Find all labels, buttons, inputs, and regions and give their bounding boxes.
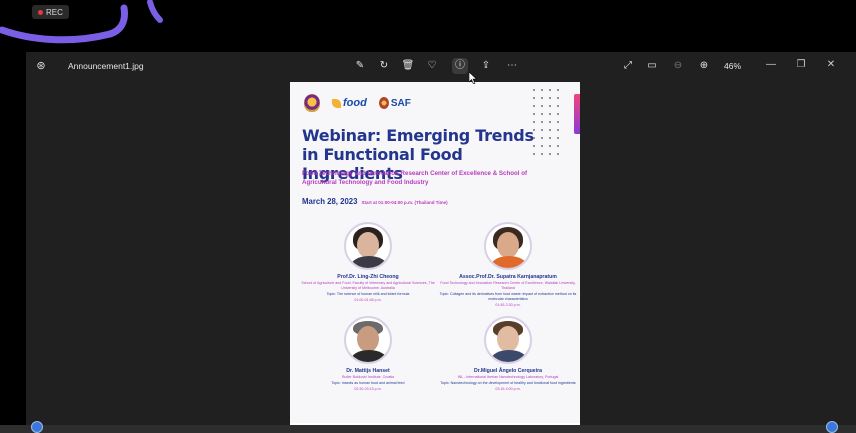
speaker-card: Assoc.Prof.Dr. Supatra Karnjanapratum Fo…	[438, 222, 578, 307]
zoom-out-icon[interactable]: ⊖	[670, 58, 686, 74]
logo-row: food SAF	[304, 94, 411, 112]
poster-date: March 28, 2023 Start at 01:00-04:00 p.m.…	[302, 197, 448, 206]
side-tab	[574, 94, 580, 134]
speaker-photo	[484, 222, 532, 270]
recording-dot-icon	[38, 9, 43, 15]
webinar-poster-image: food SAF Webinar: Emerging Trends in Fun…	[290, 82, 580, 433]
speaker-topic: Topic: Nanotechnology on the development…	[440, 381, 576, 385]
speaker-name: Dr. Mattijs Hanset	[346, 368, 390, 374]
speaker-topic: Topic: Insects as human food and animal …	[331, 381, 405, 385]
speaker-name: Assoc.Prof.Dr. Supatra Karnjanapratum	[459, 274, 557, 280]
speaker-time: 01:45-2:30 p.m.	[495, 303, 521, 307]
food-logo: food	[332, 97, 367, 109]
fullscreen-icon[interactable]: ⤢	[620, 58, 636, 74]
time-text: Start at 01:00-04:00 p.m. (Thailand Time…	[361, 200, 448, 205]
zoom-level[interactable]: 46%	[724, 61, 741, 71]
zoom-in-icon[interactable]: ⊕	[696, 58, 712, 74]
restore-icon[interactable]: ❐	[792, 57, 810, 73]
speaker-name: Dr.Miguel Ângelo Cerqueira	[473, 368, 543, 374]
pen-annotation	[0, 0, 163, 44]
close-icon[interactable]: ✕	[822, 57, 840, 73]
rec-label: REC	[46, 7, 63, 17]
mouse-cursor-icon	[469, 72, 477, 84]
share-icon[interactable]: ⇪	[478, 58, 494, 74]
speaker-photo	[484, 316, 532, 364]
speaker-name: Prof.Dr. Ling-Zhi Cheong	[337, 274, 399, 280]
photos-window: ⊛ Announcement1.jpg ✎ ↻ 🗑 ♡ ⓘ ⇪ ⋯ ⤢ ▭ ⊖ …	[26, 52, 856, 433]
actual-size-icon[interactable]: ▭	[644, 58, 660, 74]
rec-badge: REC	[32, 5, 69, 19]
poster-subtitle: Food Technology and Innovation Research …	[302, 170, 528, 186]
delete-icon[interactable]: 🗑	[400, 58, 416, 74]
minimize-icon[interactable]: —	[762, 57, 780, 73]
image-viewer[interactable]: food SAF Webinar: Emerging Trends in Fun…	[26, 80, 856, 433]
rotate-icon[interactable]: ↻	[376, 58, 392, 74]
title-bar: ⊛ Announcement1.jpg ✎ ↻ 🗑 ♡ ⓘ ⇪ ⋯ ⤢ ▭ ⊖ …	[26, 52, 856, 80]
bottom-left-button-icon[interactable]	[31, 421, 43, 433]
speaker-card: Dr.Miguel Ângelo Cerqueira INL - Interna…	[438, 316, 578, 391]
speaker-affiliation: School of Agriculture and Food, Faculty …	[301, 281, 435, 290]
speaker-topic: Topic: Collagen and its derivatives from…	[439, 292, 577, 301]
speaker-time: 02:30-03:15 p.m.	[354, 387, 382, 391]
speaker-affiliation: Food Technology and Innovation Research …	[440, 281, 576, 290]
more-icon[interactable]: ⋯	[504, 58, 520, 74]
date-text: March 28, 2023	[302, 197, 358, 206]
speaker-photo	[344, 222, 392, 270]
speaker-affiliation: INL - International Iberian Nanotechnolo…	[457, 375, 559, 379]
photos-icon[interactable]: ⊛	[34, 59, 48, 73]
info-icon[interactable]: ⓘ	[452, 58, 468, 74]
speaker-time: 03:15-4:00 p.m.	[495, 387, 521, 391]
speaker-photo	[344, 316, 392, 364]
file-name: Announcement1.jpg	[68, 61, 144, 71]
favorite-heart-icon[interactable]: ♡	[424, 58, 440, 74]
bottom-right-button-icon[interactable]	[826, 421, 838, 433]
university-seal-logo	[304, 94, 320, 112]
speaker-card: Dr. Mattijs Hanset Ruđer Bošković Instit…	[298, 316, 438, 391]
screen: REC ⊛ Announcement1.jpg ✎ ↻ 🗑 ♡ ⓘ ⇪ ⋯ ⤢ …	[0, 0, 856, 433]
saf-logo: SAF	[378, 97, 411, 109]
bottom-strip	[0, 425, 856, 433]
speaker-topic: Topic: The science of human milk and inf…	[326, 292, 410, 296]
edit-image-icon[interactable]: ✎	[352, 58, 368, 74]
speaker-time: 01:00-01:45 p.m.	[354, 298, 382, 302]
speaker-card: Prof.Dr. Ling-Zhi Cheong School of Agric…	[298, 222, 438, 302]
speaker-affiliation: Ruđer Bošković Institute, Croatia	[341, 375, 395, 379]
